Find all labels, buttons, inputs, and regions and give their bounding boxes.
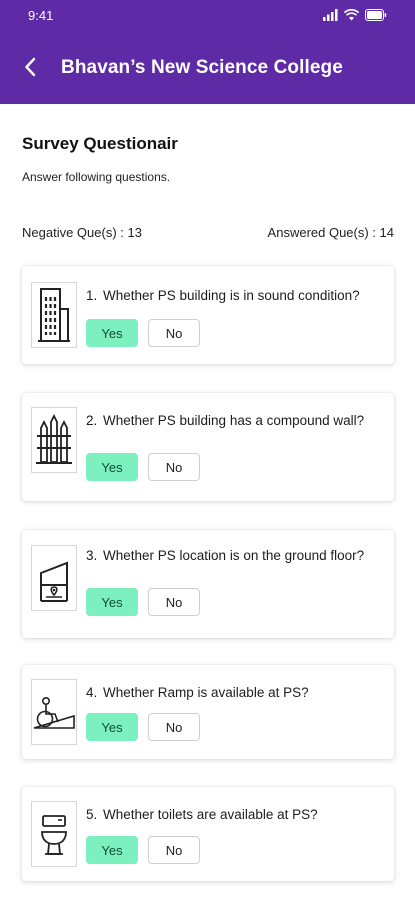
question-number: 1. — [86, 288, 98, 303]
status-bar: 9:41 — [0, 0, 415, 30]
no-button[interactable]: No — [148, 588, 200, 616]
question-card: 4. Whether Ramp is available at PS? Yes … — [22, 665, 394, 759]
toilet-icon — [41, 815, 67, 855]
chevron-left-icon — [25, 57, 36, 77]
wifi-icon — [344, 9, 359, 21]
no-button[interactable]: No — [148, 319, 200, 347]
question-number: 4. — [86, 685, 98, 700]
question-number: 2. — [86, 413, 98, 428]
no-button[interactable]: No — [148, 836, 200, 864]
signal-icon — [323, 9, 338, 21]
question-card: 3. Whether PS location is on the ground … — [22, 530, 394, 638]
answered-count: Answered Que(s) : 14 — [267, 225, 394, 240]
question-text: Whether toilets are available at PS? — [103, 807, 318, 822]
question-card: 2. Whether PS building has a compound wa… — [22, 393, 394, 501]
question-text: Whether PS location is on the ground flo… — [103, 548, 365, 563]
question-text: Whether PS building has a compound wall? — [103, 413, 365, 428]
ground-floor-icon — [40, 561, 68, 602]
app-title: Bhavan’s New Science College — [61, 57, 343, 78]
yes-button[interactable]: Yes — [86, 453, 138, 481]
app-bar: Bhavan’s New Science College — [0, 30, 415, 104]
negative-count: Negative Que(s) : 13 — [22, 225, 142, 240]
question-card: 1. Whether PS building is in sound condi… — [22, 266, 394, 364]
yes-button[interactable]: Yes — [86, 713, 138, 741]
question-text: Whether PS building is in sound conditio… — [103, 288, 360, 303]
question-icon-frame — [31, 545, 77, 611]
back-button[interactable] — [18, 52, 42, 82]
building-icon — [38, 288, 70, 342]
status-icons — [323, 8, 387, 22]
yes-button[interactable]: Yes — [86, 836, 138, 864]
question-icon-frame — [31, 801, 77, 867]
question-icon-frame — [31, 407, 77, 473]
question-text: Whether Ramp is available at PS? — [103, 685, 309, 700]
no-button[interactable]: No — [148, 713, 200, 741]
yes-button[interactable]: Yes — [86, 319, 138, 347]
question-icon-frame — [31, 679, 77, 745]
fence-icon — [36, 414, 72, 464]
question-number: 3. — [86, 548, 98, 563]
survey-stats: Negative Que(s) : 13 Answered Que(s) : 1… — [22, 225, 394, 243]
question-icon-frame — [31, 282, 77, 348]
battery-icon — [365, 9, 387, 21]
survey-subtitle: Answer following questions. — [22, 170, 171, 184]
question-card: 5. Whether toilets are available at PS? … — [22, 787, 394, 881]
yes-button[interactable]: Yes — [86, 588, 138, 616]
no-button[interactable]: No — [148, 453, 200, 481]
survey-title: Survey Questionair — [22, 134, 178, 153]
question-number: 5. — [86, 807, 98, 822]
wheelchair-ramp-icon — [33, 697, 75, 729]
status-time: 9:41 — [28, 8, 54, 23]
